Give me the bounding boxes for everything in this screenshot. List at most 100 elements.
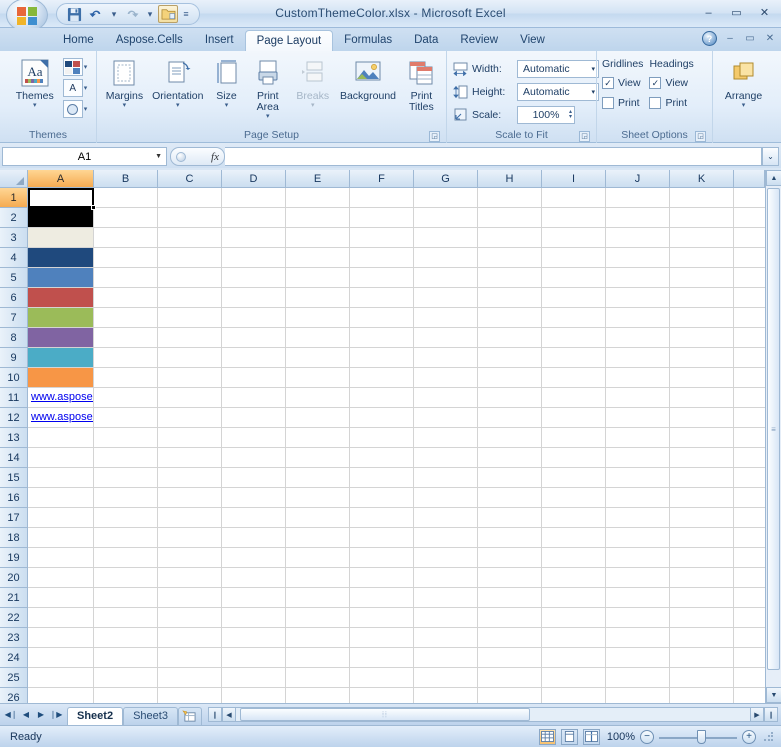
size-dropdown-arrow[interactable]: ▾	[225, 102, 229, 109]
cell-K6[interactable]	[670, 288, 734, 308]
cell-F2[interactable]	[350, 208, 414, 228]
cell-D7[interactable]	[222, 308, 286, 328]
hscroll-left-button[interactable]: ◀	[221, 707, 236, 722]
cell-D21[interactable]	[222, 588, 286, 608]
cell-A17[interactable]	[28, 508, 94, 528]
cell-D6[interactable]	[222, 288, 286, 308]
zoom-in-button[interactable]: +	[742, 729, 756, 744]
cell-B10[interactable]	[94, 368, 158, 388]
cell-F9[interactable]	[350, 348, 414, 368]
cell-E11[interactable]	[286, 388, 350, 408]
scroll-down-button[interactable]: ▼	[766, 687, 781, 703]
cell-I9[interactable]	[542, 348, 606, 368]
tab-aspose-cells[interactable]: Aspose.Cells	[105, 30, 194, 51]
cell-F14[interactable]	[350, 448, 414, 468]
orientation-dropdown-arrow[interactable]: ▾	[176, 102, 180, 109]
column-header-K[interactable]: K	[670, 170, 734, 187]
cell-F19[interactable]	[350, 548, 414, 568]
cell-F7[interactable]	[350, 308, 414, 328]
background-button[interactable]: Background	[336, 54, 400, 102]
cell-D19[interactable]	[222, 548, 286, 568]
cell-C19[interactable]	[158, 548, 222, 568]
row-header-9[interactable]: 9	[0, 348, 27, 368]
cell-I22[interactable]	[542, 608, 606, 628]
sheet-tab-sheet2[interactable]: Sheet2	[67, 707, 124, 725]
cell-H20[interactable]	[478, 568, 542, 588]
cell-G6[interactable]	[414, 288, 478, 308]
cell-K26[interactable]	[670, 688, 734, 703]
theme-colors-dropdown-arrow[interactable]: ▾	[84, 63, 88, 71]
cell-B5[interactable]	[94, 268, 158, 288]
cell-I16[interactable]	[542, 488, 606, 508]
cell-E25[interactable]	[286, 668, 350, 688]
cell-G8[interactable]	[414, 328, 478, 348]
cell-F10[interactable]	[350, 368, 414, 388]
hscroll-right-button[interactable]: ▶	[750, 707, 764, 722]
cell-D24[interactable]	[222, 648, 286, 668]
cell-J7[interactable]	[606, 308, 670, 328]
scale-spin-arrows[interactable]: ▴ ▾	[569, 109, 572, 120]
cell-J15[interactable]	[606, 468, 670, 488]
cell-E1[interactable]	[286, 188, 350, 208]
cell-B8[interactable]	[94, 328, 158, 348]
cell-D13[interactable]	[222, 428, 286, 448]
cell-F23[interactable]	[350, 628, 414, 648]
cell-A21[interactable]	[28, 588, 94, 608]
vertical-scrollbar[interactable]: ▲ ≡ ▼	[765, 170, 781, 703]
cell-J6[interactable]	[606, 288, 670, 308]
cell-E9[interactable]	[286, 348, 350, 368]
cell-A25[interactable]	[28, 668, 94, 688]
cell-E2[interactable]	[286, 208, 350, 228]
cell-G4[interactable]	[414, 248, 478, 268]
zoom-slider[interactable]	[659, 729, 737, 744]
cell-D17[interactable]	[222, 508, 286, 528]
cell-E20[interactable]	[286, 568, 350, 588]
cell-F20[interactable]	[350, 568, 414, 588]
row-header-1[interactable]: 1	[0, 188, 27, 208]
cell-G24[interactable]	[414, 648, 478, 668]
row-header-24[interactable]: 24	[0, 648, 27, 668]
cell-A11[interactable]: www.aspose.com	[28, 388, 94, 408]
cell-H6[interactable]	[478, 288, 542, 308]
cell-I4[interactable]	[542, 248, 606, 268]
column-header-C[interactable]: C	[158, 170, 222, 187]
cell-F13[interactable]	[350, 428, 414, 448]
row-header-6[interactable]: 6	[0, 288, 27, 308]
cell-A15[interactable]	[28, 468, 94, 488]
cell-I14[interactable]	[542, 448, 606, 468]
arrange-dropdown-arrow[interactable]: ▾	[742, 102, 746, 109]
cell-F15[interactable]	[350, 468, 414, 488]
cell-C16[interactable]	[158, 488, 222, 508]
tab-page-layout[interactable]: Page Layout	[244, 30, 334, 52]
cell-G13[interactable]	[414, 428, 478, 448]
cell-J9[interactable]	[606, 348, 670, 368]
tab-formulas[interactable]: Formulas	[333, 30, 403, 51]
column-header-A[interactable]: A	[28, 170, 94, 187]
cell-A6[interactable]	[28, 288, 94, 308]
cell-F18[interactable]	[350, 528, 414, 548]
cell-D16[interactable]	[222, 488, 286, 508]
cell-K23[interactable]	[670, 628, 734, 648]
row-header-12[interactable]: 12	[0, 408, 27, 428]
cell-I24[interactable]	[542, 648, 606, 668]
cell-K2[interactable]	[670, 208, 734, 228]
cell-G26[interactable]	[414, 688, 478, 703]
cell-C3[interactable]	[158, 228, 222, 248]
cell-E18[interactable]	[286, 528, 350, 548]
cell-J3[interactable]	[606, 228, 670, 248]
cell-C15[interactable]	[158, 468, 222, 488]
cell-A4[interactable]	[28, 248, 94, 268]
horizontal-scrollbar[interactable]: ❙ ◀ ⦙⦙ ▶ ❙	[207, 707, 778, 723]
cell-E15[interactable]	[286, 468, 350, 488]
cell-I17[interactable]	[542, 508, 606, 528]
page-break-view-button[interactable]	[583, 728, 600, 745]
cell-F8[interactable]	[350, 328, 414, 348]
cell-I6[interactable]	[542, 288, 606, 308]
column-header-F[interactable]: F	[350, 170, 414, 187]
cell-E21[interactable]	[286, 588, 350, 608]
cell-C4[interactable]	[158, 248, 222, 268]
cell-H7[interactable]	[478, 308, 542, 328]
cell-K11[interactable]	[670, 388, 734, 408]
prev-sheet-button[interactable]: ◀	[19, 707, 33, 723]
cell-H12[interactable]	[478, 408, 542, 428]
